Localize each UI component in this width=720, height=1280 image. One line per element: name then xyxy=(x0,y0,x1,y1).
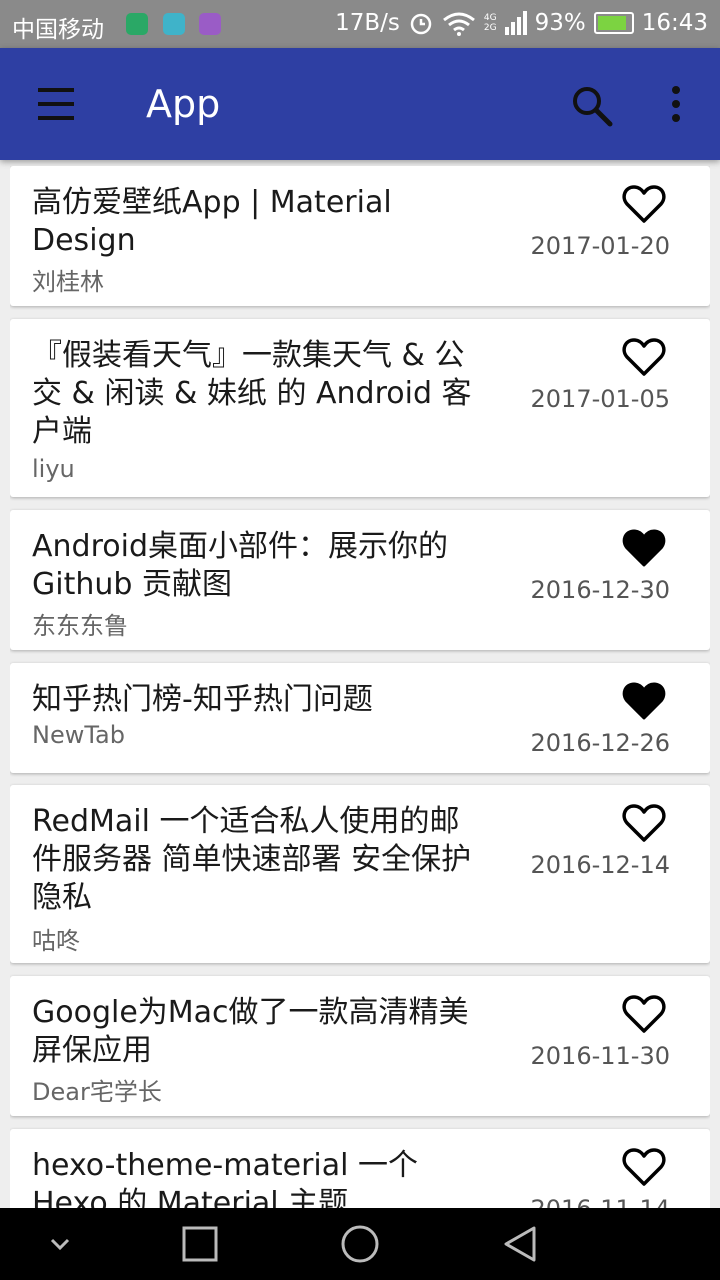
article-card[interactable]: 知乎热门榜-知乎热门问题 NewTab 2016-12-26 xyxy=(10,663,710,773)
network-type: 4G 2G xyxy=(484,13,497,33)
article-author: 东东东鲁 xyxy=(32,612,128,640)
heart-outline-icon[interactable] xyxy=(622,803,666,843)
net-speed: 17B/s xyxy=(335,10,400,36)
battery-icon xyxy=(593,12,634,34)
status-bar: 中国移动 17B/s 4G 2G 93% 16:43 xyxy=(0,0,720,48)
network-4g-label: 4G xyxy=(483,13,497,23)
article-title: 『假装看天气』一款集天气 & 公交 & 闲读 & 妹纸 的 Android 客户… xyxy=(32,338,472,449)
app-bar: App xyxy=(0,48,720,160)
more-vert-icon[interactable] xyxy=(662,84,690,128)
article-date: 2016-12-26 xyxy=(530,729,670,757)
article-date: 2017-01-05 xyxy=(530,385,670,413)
chevron-down-icon[interactable] xyxy=(38,1222,82,1266)
heart-outline-icon[interactable] xyxy=(622,184,666,224)
heart-filled-icon[interactable] xyxy=(622,528,666,568)
heart-filled-icon[interactable] xyxy=(622,681,666,721)
heart-outline-icon[interactable] xyxy=(622,1147,666,1187)
battery-percent: 93% xyxy=(534,10,586,36)
heart-outline-icon[interactable] xyxy=(622,337,666,377)
article-list[interactable]: 高仿爱壁纸App | Material Design 刘桂林 2017-01-2… xyxy=(10,166,710,1208)
article-author: NewTab xyxy=(32,721,125,749)
eye-app-icon xyxy=(126,13,148,35)
search-icon[interactable] xyxy=(570,84,614,128)
page-title: App xyxy=(146,82,221,126)
system-nav-bar xyxy=(0,1208,720,1280)
back-icon[interactable] xyxy=(498,1222,542,1266)
clock: 16:43 xyxy=(641,10,708,36)
heart-outline-icon[interactable] xyxy=(622,994,666,1034)
article-title: 高仿爱壁纸App | Material Design xyxy=(32,185,392,258)
home-icon[interactable] xyxy=(338,1222,382,1266)
article-card[interactable]: Google为Mac做了一款高清精美屏保应用 Dear宅学长 2016-11-3… xyxy=(10,976,710,1116)
article-author: Dear宅学长 xyxy=(32,1078,162,1106)
article-author: 刘桂林 xyxy=(32,268,104,296)
article-author: liyu xyxy=(32,455,75,483)
article-title: Google为Mac做了一款高清精美屏保应用 xyxy=(32,995,469,1068)
android-app-icon xyxy=(163,13,185,35)
article-author: 咕咚 xyxy=(32,927,80,955)
network-2g-label: 2G xyxy=(483,23,497,33)
article-card[interactable]: Android桌面小部件：展示你的 Github 贡献图 东东东鲁 2016-1… xyxy=(10,510,710,650)
article-card[interactable]: hexo-theme-material 一个 Hexo 的 Material 主… xyxy=(10,1129,710,1208)
article-date: 2016-11-14 xyxy=(531,1195,670,1208)
article-card[interactable]: 『假装看天气』一款集天气 & 公交 & 闲读 & 妹纸 的 Android 客户… xyxy=(10,319,710,497)
article-date: 2017-01-20 xyxy=(530,232,670,260)
article-title: RedMail 一个适合私人使用的邮件服务器 简单快速部署 安全保护隐私 xyxy=(32,804,472,915)
carrier-label: 中国移动 xyxy=(12,17,104,43)
article-title: hexo-theme-material 一个 Hexo 的 Material 主… xyxy=(32,1148,419,1208)
article-title: Android桌面小部件：展示你的 Github 贡献图 xyxy=(32,529,448,602)
alarm-icon xyxy=(410,13,432,35)
signal-icon xyxy=(504,11,527,35)
article-date: 2016-12-14 xyxy=(530,851,670,879)
status-indicators: 17B/s 4G 2G 93% 16:43 xyxy=(335,10,708,36)
article-card[interactable]: 高仿爱壁纸App | Material Design 刘桂林 2017-01-2… xyxy=(10,166,710,306)
article-date: 2016-12-30 xyxy=(530,576,670,604)
article-title: 知乎热门榜-知乎热门问题 xyxy=(32,682,373,717)
wifi-icon xyxy=(442,12,475,36)
menu-icon[interactable] xyxy=(36,86,76,122)
article-date: 2016-11-30 xyxy=(530,1042,670,1070)
article-card[interactable]: RedMail 一个适合私人使用的邮件服务器 简单快速部署 安全保护隐私 咕咚 … xyxy=(10,785,710,963)
recents-icon[interactable] xyxy=(178,1222,222,1266)
gallery-app-icon xyxy=(199,13,221,35)
